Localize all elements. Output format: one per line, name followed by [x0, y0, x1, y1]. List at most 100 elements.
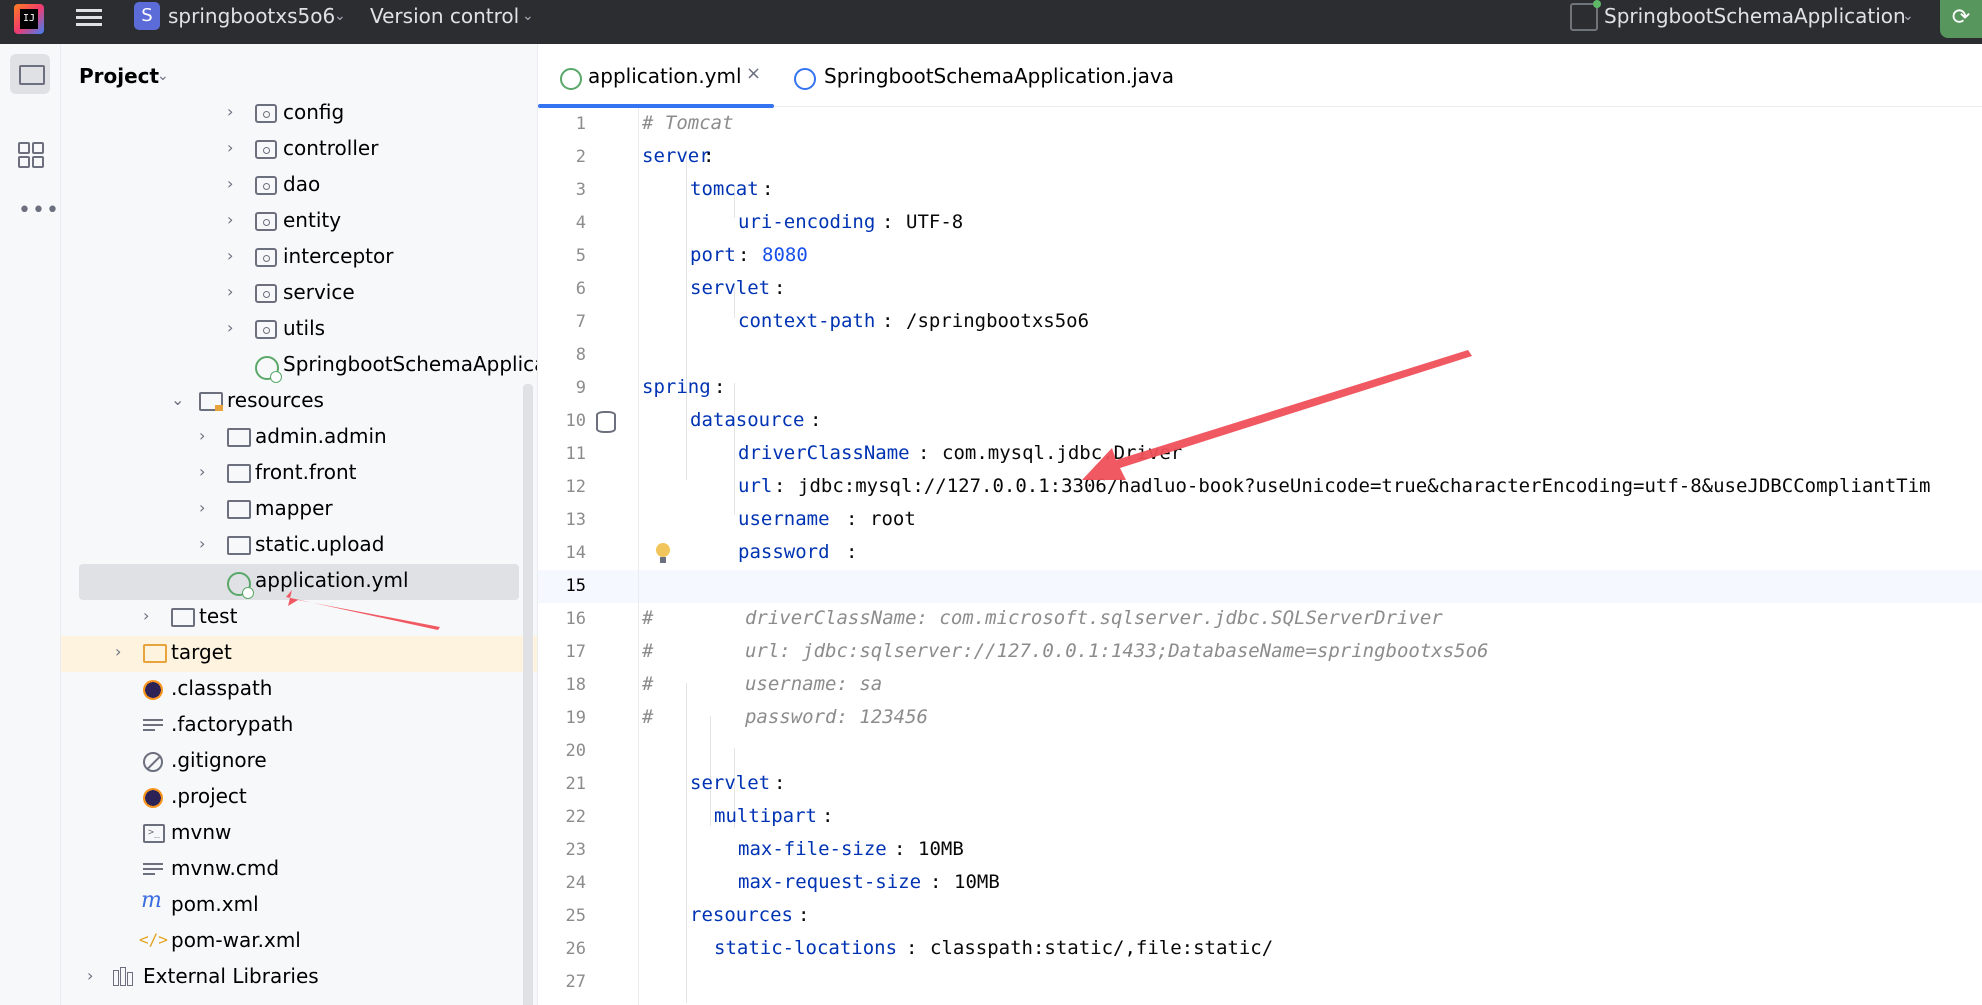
tree-item-label: .classpath [171, 676, 273, 700]
tab-application-yml[interactable]: application.yml × [538, 44, 774, 108]
chevron-right-icon[interactable]: › [199, 498, 205, 517]
code-line: 18 # username: sa [565, 673, 883, 695]
project-panel: Project ⌄ › config › controller › dao › … [61, 44, 538, 1005]
structure-tool-button[interactable] [10, 134, 50, 174]
lightbulb-icon[interactable] [656, 543, 670, 563]
run-config-icon [1570, 0, 1601, 31]
tree-item-label: SpringbootSchemaApplicati [283, 352, 538, 376]
chevron-right-icon[interactable]: › [227, 138, 233, 157]
editor: application.yml × SpringbootSchemaApplic… [538, 44, 1982, 1005]
tree-item-external-libraries[interactable]: › External Libraries [61, 960, 537, 996]
tree-item-entity[interactable]: › entity [61, 204, 537, 240]
project-panel-title[interactable]: Project [79, 64, 159, 88]
chevron-down-icon[interactable]: ⌄ [171, 390, 184, 409]
chevron-right-icon[interactable]: › [227, 282, 233, 301]
maven-icon: m [141, 888, 162, 913]
tree-item-mvnw[interactable]: >_ mvnw [61, 816, 537, 852]
tree-item-label: resources [227, 388, 324, 412]
tree-item-gitignore[interactable]: .gitignore [61, 744, 537, 780]
code-line: 25 resources: [565, 904, 810, 926]
tree-item-admin-admin[interactable]: › admin.admin [61, 420, 537, 456]
package-icon [255, 140, 277, 159]
intellij-logo-icon[interactable]: IJ [14, 4, 44, 34]
code-area[interactable]: 1 # Tomcat 2 server: 3 tomcat: 4 uri-encodin… [538, 108, 1982, 1005]
tree-item-springboot-application[interactable]: SpringbootSchemaApplicati [61, 348, 537, 384]
chevron-down-icon[interactable]: ⌄ [522, 8, 534, 24]
tree-item-label: entity [283, 208, 342, 232]
chevron-right-icon[interactable]: › [87, 966, 93, 985]
tree-item-project[interactable]: .project [61, 780, 537, 816]
chevron-down-icon[interactable]: ⌄ [1902, 8, 1914, 24]
chevron-right-icon[interactable]: › [143, 606, 149, 625]
tree-item-controller[interactable]: › controller [61, 132, 537, 168]
folder-icon [171, 608, 195, 627]
tree-item-target[interactable]: › target [61, 636, 537, 672]
tree-item-config[interactable]: › config [61, 96, 537, 132]
code-line: 8 [575, 345, 586, 365]
resources-folder-icon [199, 392, 223, 411]
tree-item-label: pom.xml [171, 892, 259, 916]
chevron-right-icon[interactable]: › [199, 426, 205, 445]
folder-icon [19, 65, 45, 85]
chevron-right-icon[interactable]: › [227, 246, 233, 265]
tree-item-front-front[interactable]: › front.front [61, 456, 537, 492]
chevron-right-icon[interactable]: › [227, 102, 233, 121]
tab-label: application.yml [588, 64, 742, 88]
tree-item-label: mapper [255, 496, 333, 520]
tree-item-factorypath[interactable]: .factorypath [61, 708, 537, 744]
main-menu-icon[interactable] [76, 6, 102, 32]
tree-item-utils[interactable]: › utils [61, 312, 537, 348]
chevron-right-icon[interactable]: › [199, 534, 205, 553]
code-line: 21 servlet: [565, 772, 786, 794]
chevron-right-icon[interactable]: › [115, 642, 121, 661]
code-line: 22 multipart: [565, 805, 834, 827]
spring-class-icon [255, 356, 282, 383]
title-bar: IJ S springbootxs5o6 ⌄ Version control ⌄… [0, 0, 1982, 44]
project-scrollbar[interactable] [523, 384, 533, 1005]
tree-item-mvnw-cmd[interactable]: mvnw.cmd [61, 852, 537, 888]
code-line: 1 # Tomcat [575, 112, 734, 134]
tree-item-interceptor[interactable]: › interceptor [61, 240, 537, 276]
tree-item-label: static.upload [255, 532, 385, 556]
code-line: 23 max-file-size:10MB [565, 838, 964, 860]
chevron-right-icon[interactable]: › [227, 318, 233, 337]
library-icon [113, 967, 133, 986]
datasource-icon[interactable] [596, 411, 616, 433]
tree-item-pom-war-xml[interactable]: </> pom-war.xml [61, 924, 537, 960]
tree-item-resources[interactable]: ⌄ resources [61, 384, 537, 420]
code-line: 26 static-locations: classpath:static/,fil… [565, 937, 1274, 959]
package-icon [255, 248, 277, 267]
close-icon[interactable]: × [746, 63, 761, 84]
project-tool-button[interactable] [10, 54, 50, 94]
code-line: 2 server: [575, 145, 715, 167]
run-icon[interactable]: ⟳ [1940, 0, 1982, 38]
folder-orange-icon [143, 644, 167, 663]
tab-springboot-schema-application[interactable]: SpringbootSchemaApplication.java [774, 44, 1194, 106]
tree-item-mapper[interactable]: › mapper [61, 492, 537, 528]
chevron-right-icon[interactable]: › [199, 462, 205, 481]
more-dots-icon: ••• [18, 198, 60, 223]
run-configuration-dropdown[interactable]: SpringbootSchemaApplication [1604, 4, 1906, 28]
folder-icon [227, 428, 251, 447]
tree-item-dao[interactable]: › dao [61, 168, 537, 204]
tree-item-static-upload[interactable]: › static.upload [61, 528, 537, 564]
tree-item-application-yml[interactable]: application.yml [79, 564, 519, 600]
code-line: 11 driverClassName: com.mysql.jdbc.Driver [565, 442, 1183, 464]
ignore-file-icon [143, 752, 163, 772]
project-badge[interactable]: S [134, 2, 160, 30]
tree-item-test[interactable]: › test [61, 600, 537, 636]
project-name-dropdown[interactable]: springbootxs5o6 [168, 4, 335, 28]
folder-icon [227, 464, 251, 483]
chevron-down-icon[interactable]: ⌄ [334, 8, 346, 24]
version-control-dropdown[interactable]: Version control [370, 4, 519, 28]
chevron-right-icon[interactable]: › [227, 174, 233, 193]
code-line-current: 15 [565, 576, 586, 596]
code-line: 3 tomcat: [575, 178, 774, 200]
chevron-right-icon[interactable]: › [227, 210, 233, 229]
chevron-down-icon[interactable]: ⌄ [157, 68, 169, 84]
tree-item-service[interactable]: › service [61, 276, 537, 312]
tree-item-label: .factorypath [171, 712, 294, 736]
tree-item-classpath[interactable]: .classpath [61, 672, 537, 708]
tree-item-pom-xml[interactable]: m pom.xml [61, 888, 537, 924]
more-tools-button[interactable]: ••• [10, 190, 59, 230]
